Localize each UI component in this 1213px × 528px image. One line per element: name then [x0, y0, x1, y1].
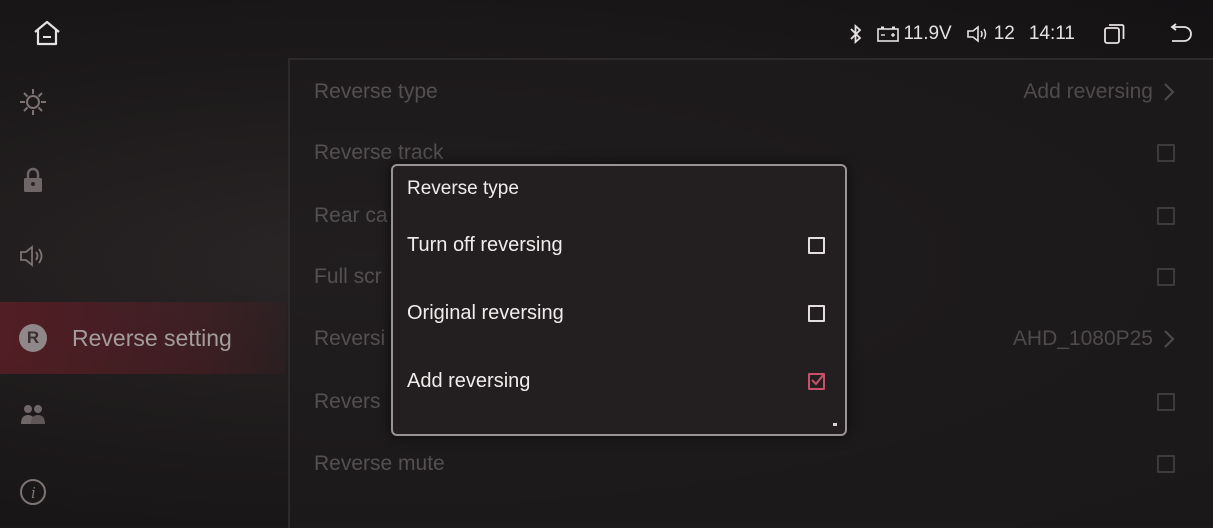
- checkbox[interactable]: [808, 236, 825, 254]
- status-bar: 11.9V 12 14:11: [0, 0, 1213, 64]
- setting-label: Reversi: [314, 327, 386, 350]
- info-icon: i: [18, 477, 48, 507]
- volume-status: 12: [966, 23, 1015, 45]
- battery-icon: [877, 26, 900, 42]
- option-turn-off-reversing[interactable]: Turn off reversing: [407, 225, 825, 265]
- speaker-icon: [966, 25, 990, 43]
- voltage-readout: 11.9V: [903, 23, 952, 44]
- sidebar-item-people[interactable]: [0, 378, 285, 450]
- setting-label: Rear ca: [314, 204, 388, 227]
- checkbox[interactable]: [1157, 455, 1175, 473]
- chevron-right-icon: [1164, 83, 1175, 101]
- volume-level: 12: [993, 23, 1015, 44]
- setting-row-reverse-mute[interactable]: Reverse mute: [314, 444, 1175, 484]
- battery-status: 11.9V: [877, 23, 952, 45]
- r-badge-icon: R: [18, 323, 48, 353]
- sidebar-item-reverse-setting[interactable]: R Reverse setting: [0, 302, 285, 374]
- setting-value: Add reversing: [1023, 80, 1175, 104]
- scroll-indicator: [833, 423, 837, 426]
- checkbox[interactable]: [1157, 268, 1175, 286]
- option-original-reversing[interactable]: Original reversing: [407, 293, 825, 333]
- option-add-reversing[interactable]: Add reversing: [407, 361, 825, 401]
- chevron-right-icon: [1164, 330, 1175, 348]
- lock-icon: [18, 165, 48, 195]
- checkbox[interactable]: [1157, 393, 1175, 411]
- setting-value: AHD_1080P25: [1013, 327, 1175, 351]
- people-icon: [18, 399, 48, 429]
- sidebar-item-label: Reverse setting: [72, 325, 232, 351]
- dialog-title: Reverse type: [407, 178, 519, 199]
- settings-sidebar: R Reverse setting i: [0, 60, 285, 526]
- sidebar-item-security[interactable]: [0, 144, 285, 216]
- option-label: Add reversing: [407, 369, 531, 392]
- option-label: Turn off reversing: [407, 233, 563, 256]
- setting-label: Reverse mute: [314, 452, 445, 475]
- setting-value-text: Add reversing: [1023, 80, 1153, 103]
- setting-row-reverse-type[interactable]: Reverse type Add reversing: [314, 72, 1175, 112]
- checkbox[interactable]: [808, 304, 825, 322]
- checkbox-checked[interactable]: [808, 372, 825, 390]
- svg-text:i: i: [31, 484, 36, 502]
- setting-label: Full scr: [314, 265, 382, 288]
- setting-value-text: AHD_1080P25: [1012, 327, 1153, 350]
- checkbox[interactable]: [1157, 144, 1175, 162]
- setting-label: Reverse type: [314, 80, 438, 103]
- checkmark-icon: [811, 372, 825, 385]
- home-icon[interactable]: [32, 20, 62, 46]
- brightness-icon: [18, 87, 48, 117]
- speaker-icon: [18, 241, 48, 271]
- checkbox[interactable]: [1157, 207, 1175, 225]
- back-icon[interactable]: [1167, 23, 1193, 45]
- option-label: Original reversing: [407, 301, 564, 324]
- reverse-type-dialog: Reverse type Turn off reversing Original…: [391, 164, 847, 436]
- sidebar-item-info[interactable]: i: [0, 456, 285, 528]
- bluetooth-icon: [849, 24, 863, 44]
- sidebar-item-audio[interactable]: [0, 220, 285, 292]
- clock: 14:11: [1028, 23, 1075, 44]
- recent-apps-icon[interactable]: [1103, 23, 1125, 45]
- setting-label: Reverse track: [314, 141, 444, 164]
- head-unit-screen: 11.9V 12 14:11 R Reverse setting i Rever…: [0, 0, 1213, 528]
- setting-label: Revers: [314, 390, 381, 413]
- sidebar-item-brightness[interactable]: [0, 66, 285, 138]
- status-indicators: 11.9V 12 14:11: [849, 18, 1193, 50]
